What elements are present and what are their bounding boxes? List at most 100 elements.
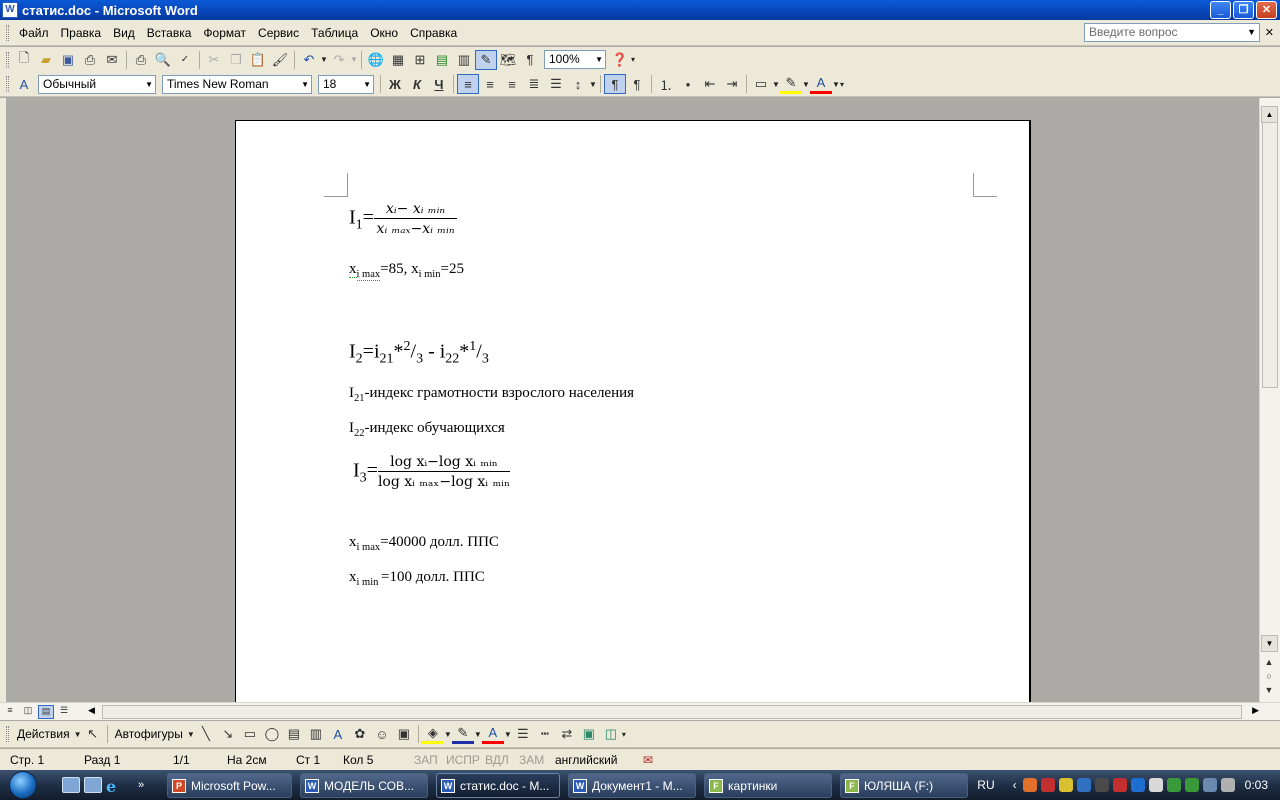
distributed-icon[interactable]: ☰ [545, 74, 567, 94]
taskbar-item-kartinki[interactable]: F картинки [704, 773, 832, 798]
arrow-style-icon[interactable]: ⇄ [556, 724, 578, 744]
vertical-text-box-icon[interactable]: ▥ [305, 724, 327, 744]
ltr-paragraph-icon[interactable]: ¶ [604, 74, 626, 94]
language-indicator[interactable]: RU [977, 778, 994, 792]
italic-button[interactable]: К [406, 74, 428, 94]
print-icon[interactable]: ⎙ [130, 50, 152, 70]
tray-app-icon[interactable] [1112, 778, 1127, 792]
drawing-font-color-dropdown-icon[interactable]: ▼ [504, 730, 512, 739]
rectangle-icon[interactable]: ▭ [239, 724, 261, 744]
menu-format[interactable]: Формат [197, 26, 252, 40]
menu-insert[interactable]: Вставка [141, 26, 198, 40]
bold-button[interactable]: Ж [384, 74, 406, 94]
normal-view-icon[interactable]: ≡ [2, 705, 18, 719]
taskbar-item-model[interactable]: W МОДЕЛЬ СОВ... [300, 773, 428, 798]
hyperlink-icon[interactable]: 🌐 [365, 50, 387, 70]
line-color-icon[interactable]: ✎ [451, 724, 474, 744]
permission-icon[interactable]: ⎙ [79, 50, 101, 70]
quicklaunch-more-icon[interactable]: » [138, 779, 144, 791]
paragraph-i21[interactable]: I21-индекс грамотности взрослого населен… [349, 385, 634, 404]
horizontal-scroll-thumb[interactable] [102, 705, 1242, 719]
previous-page-icon[interactable]: ▲ [1263, 655, 1275, 669]
email-icon[interactable]: ✉ [101, 50, 123, 70]
autoshapes-button[interactable]: Автофигуры [111, 727, 187, 741]
line-spacing-icon[interactable]: ↕ [567, 74, 589, 94]
tables-borders-icon[interactable]: ▦ [387, 50, 409, 70]
insert-table-icon[interactable]: ⊞ [409, 50, 431, 70]
drawing-icon[interactable]: ✎ [475, 49, 497, 70]
diagram-icon[interactable]: ✿ [349, 724, 371, 744]
fill-color-icon[interactable]: ◈ [421, 724, 444, 744]
toolbar-grip[interactable] [6, 24, 9, 41]
fill-color-dropdown-icon[interactable]: ▼ [444, 730, 452, 739]
redo-icon[interactable]: ↷ [328, 50, 350, 70]
cut-icon[interactable]: ✂ [203, 50, 225, 70]
align-center-icon[interactable]: ≡ [479, 74, 501, 94]
tray-app-icon[interactable] [1094, 778, 1109, 792]
help-question-input[interactable]: Введите вопрос ▼ [1084, 23, 1260, 42]
chevron-down-icon[interactable]: ▼ [1247, 24, 1256, 41]
scroll-up-icon[interactable]: ▲ [1261, 106, 1278, 123]
underline-button[interactable]: Ч [428, 74, 450, 94]
toolbar-options-icon[interactable]: ▾ [631, 55, 639, 64]
toolbar-options-icon[interactable]: ▾ [622, 730, 630, 739]
status-track-changes[interactable]: ИСПР [446, 753, 480, 767]
zoom-select[interactable]: 100% ▼ [544, 50, 606, 69]
menu-edit[interactable]: Правка [55, 26, 108, 40]
close-icon[interactable]: ✕ [1256, 1, 1277, 19]
font-size-select[interactable]: 18 ▼ [318, 74, 374, 94]
chevron-down-icon[interactable]: ▼ [363, 76, 371, 93]
document-map-icon[interactable]: 🗺 [497, 50, 519, 70]
print-preview-icon[interactable]: 🔍 [152, 50, 174, 70]
show-desktop-icon[interactable] [62, 777, 80, 793]
undo-dropdown-icon[interactable]: ▼ [320, 55, 328, 64]
select-browse-object-icon[interactable]: ○ [1263, 669, 1275, 683]
increase-indent-icon[interactable]: ⇥ [721, 74, 743, 94]
switch-windows-icon[interactable] [84, 777, 102, 793]
align-left-icon[interactable]: ≡ [457, 74, 479, 94]
oval-icon[interactable]: ◯ [261, 724, 283, 744]
copy-icon[interactable]: ❐ [225, 50, 247, 70]
equation-i3[interactable]: I3= log xᵢ−log xᵢ ₘᵢₙ log xᵢ ₘₐₓ−log xᵢ ₘᵢ… [353, 454, 511, 490]
equation-i2[interactable]: I2=i21*2/3 - i22*1/3 [349, 339, 489, 368]
tray-app-icon[interactable] [1184, 778, 1199, 792]
insert-excel-icon[interactable]: ▤ [431, 50, 453, 70]
clip-art-icon[interactable]: ☺ [371, 724, 393, 744]
line-icon[interactable]: ╲ [195, 724, 217, 744]
line-color-dropdown-icon[interactable]: ▼ [474, 730, 482, 739]
chevron-down-icon[interactable]: ▼ [74, 730, 82, 739]
menu-window[interactable]: Окно [364, 26, 404, 40]
paragraph-x-min[interactable]: xi min =100 долл. ППС [349, 569, 485, 588]
font-color-dropdown-icon[interactable]: ▼ [832, 80, 840, 89]
line-style-icon[interactable]: ☰ [512, 724, 534, 744]
next-page-icon[interactable]: ▼ [1263, 683, 1275, 697]
paragraph-x-range[interactable]: xi max=85, xi min=25 [349, 261, 464, 281]
web-view-icon[interactable]: ◫ [20, 705, 36, 719]
bullets-icon[interactable]: • [677, 74, 699, 94]
print-layout-icon[interactable]: ▤ [38, 704, 54, 719]
insert-picture-icon[interactable]: ▣ [393, 724, 415, 744]
menu-tools[interactable]: Сервис [252, 26, 305, 40]
scroll-thumb[interactable] [1262, 122, 1278, 388]
taskbar-item-statis[interactable]: W статис.doc - M... [436, 773, 560, 798]
scroll-left-icon[interactable]: ◀ [88, 705, 95, 716]
style-select[interactable]: Обычный ▼ [38, 74, 156, 94]
equation-i1[interactable]: I1= xᵢ− xᵢ ₘᵢₙ xᵢ ₘₐₓ−xᵢ ₘᵢₙ [349, 201, 458, 237]
dash-style-icon[interactable]: ┅ [534, 724, 556, 744]
minimize-icon[interactable]: _ [1210, 1, 1231, 19]
status-extend[interactable]: ВДЛ [485, 753, 509, 767]
tray-app-icon[interactable] [1166, 778, 1181, 792]
undo-icon[interactable]: ↶ [298, 50, 320, 70]
chevron-down-icon[interactable]: ▼ [145, 76, 153, 93]
menu-file[interactable]: Файл [13, 26, 55, 40]
tray-app-icon[interactable] [1040, 778, 1055, 792]
toolbar-options-icon[interactable]: ▾ [840, 80, 848, 89]
internet-explorer-icon[interactable]: e [106, 777, 124, 796]
shadow-style-icon[interactable]: ▣ [578, 724, 600, 744]
clock[interactable]: 0:03 [1245, 778, 1268, 792]
new-document-icon[interactable]: 🗋 [13, 50, 35, 70]
taskbar-item-document1[interactable]: W Документ1 - М... [568, 773, 696, 798]
draw-actions-button[interactable]: Действия [13, 727, 74, 741]
highlight-icon[interactable]: ✎ [780, 74, 802, 94]
justify-icon[interactable]: ≣ [523, 74, 545, 94]
